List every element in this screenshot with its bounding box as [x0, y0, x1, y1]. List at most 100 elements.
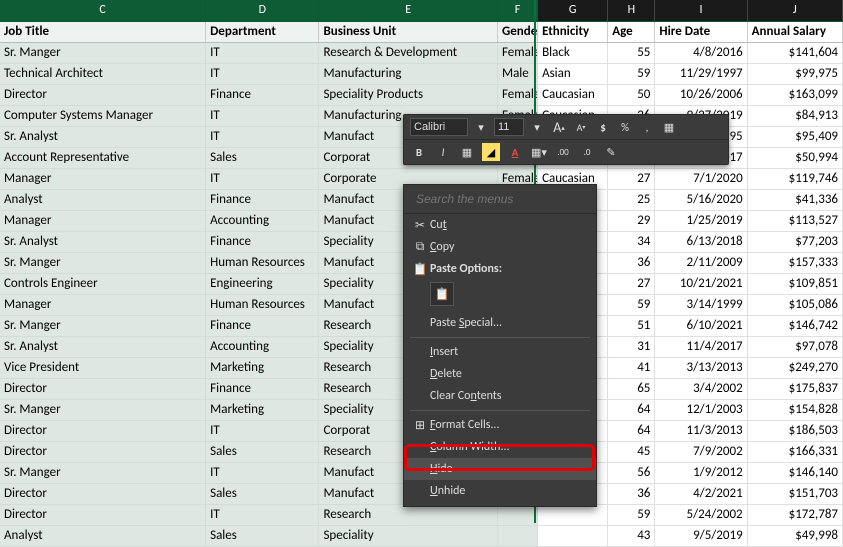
table-row[interactable]: DirectorFinanceSpeciality ProductsFemale…: [0, 84, 843, 105]
cell-annualSalary[interactable]: $113,527: [747, 210, 842, 231]
font-name-input[interactable]: [410, 118, 468, 136]
currency-format-icon[interactable]: $: [594, 118, 612, 136]
cell-hireDate[interactable]: 12/1/2003: [655, 399, 747, 420]
menu-unhide[interactable]: Unhide: [404, 480, 596, 502]
header-jobtitle[interactable]: Job Title: [0, 21, 206, 42]
cell-department[interactable]: Accounting: [206, 210, 319, 231]
cell-annualSalary[interactable]: $163,099: [747, 84, 842, 105]
table-format-icon[interactable]: ▦: [660, 118, 678, 136]
cell-department[interactable]: Marketing: [206, 357, 319, 378]
cell-department[interactable]: Sales: [206, 147, 319, 168]
cell-age[interactable]: 65: [608, 378, 655, 399]
col-header-F[interactable]: F: [497, 0, 537, 21]
cell-jobTitle[interactable]: Controls Engineer: [0, 273, 206, 294]
cell-ethnicity[interactable]: [538, 525, 608, 546]
cell-age[interactable]: 64: [608, 399, 655, 420]
cell-hireDate[interactable]: 4/2/2021: [655, 483, 747, 504]
cell-age[interactable]: 36: [608, 483, 655, 504]
cell-hireDate[interactable]: 1/25/2019: [655, 210, 747, 231]
cell-jobTitle[interactable]: Director: [0, 483, 206, 504]
cell-jobTitle[interactable]: Sr. Manger: [0, 252, 206, 273]
cell-age[interactable]: 50: [608, 84, 655, 105]
menu-clear-contents[interactable]: Clear Contents: [404, 385, 596, 407]
col-header-E[interactable]: E: [319, 0, 498, 21]
italic-icon[interactable]: I: [434, 143, 452, 161]
cell-jobTitle[interactable]: Manager: [0, 168, 206, 189]
cell-hireDate[interactable]: 1/9/2012: [655, 462, 747, 483]
col-header-H[interactable]: H: [608, 0, 655, 21]
cell-gender[interactable]: [497, 525, 537, 546]
cell-jobTitle[interactable]: Account Representative: [0, 147, 206, 168]
cell-hireDate[interactable]: 7/1/2020: [655, 168, 747, 189]
cell-jobTitle[interactable]: Manager: [0, 294, 206, 315]
cell-hireDate[interactable]: 3/4/2002: [655, 378, 747, 399]
table-row[interactable]: DirectorITResearch595/24/2002$172,787: [0, 504, 843, 525]
cell-age[interactable]: 36: [608, 252, 655, 273]
cell-department[interactable]: Finance: [206, 231, 319, 252]
cell-department[interactable]: IT: [206, 126, 319, 147]
header-businessunit[interactable]: Business Unit: [319, 21, 498, 42]
cell-ethnicity[interactable]: Asian: [538, 63, 608, 84]
cell-department[interactable]: Finance: [206, 84, 319, 105]
cell-annualSalary[interactable]: $172,787: [747, 504, 842, 525]
cell-hireDate[interactable]: 7/9/2002: [655, 441, 747, 462]
size-dropdown-icon[interactable]: ▾: [528, 118, 546, 136]
cell-annualSalary[interactable]: $119,746: [747, 168, 842, 189]
cell-annualSalary[interactable]: $166,331: [747, 441, 842, 462]
cell-age[interactable]: 29: [608, 210, 655, 231]
menu-copy[interactable]: ⧉ Copy: [404, 236, 596, 258]
menu-insert[interactable]: Insert: [404, 341, 596, 363]
cell-jobTitle[interactable]: Vice President: [0, 357, 206, 378]
cell-annualSalary[interactable]: $105,086: [747, 294, 842, 315]
table-row[interactable]: AnalystSalesSpeciality439/5/2019$49,998: [0, 525, 843, 546]
cell-hireDate[interactable]: 6/13/2018: [655, 231, 747, 252]
cell-department[interactable]: Human Resources: [206, 294, 319, 315]
cell-jobTitle[interactable]: Director: [0, 84, 206, 105]
cell-department[interactable]: Marketing: [206, 399, 319, 420]
cell-annualSalary[interactable]: $175,837: [747, 378, 842, 399]
cell-annualSalary[interactable]: $249,270: [747, 357, 842, 378]
cell-jobTitle[interactable]: Director: [0, 441, 206, 462]
cell-jobTitle[interactable]: Analyst: [0, 525, 206, 546]
increase-decimal-icon[interactable]: .00: [554, 143, 572, 161]
fill-color-icon[interactable]: ◢: [482, 143, 500, 161]
cell-hireDate[interactable]: 3/14/1999: [655, 294, 747, 315]
cell-jobTitle[interactable]: Director: [0, 420, 206, 441]
cell-hireDate[interactable]: 11/4/2017: [655, 336, 747, 357]
comma-format-icon[interactable]: ,: [638, 118, 656, 136]
paste-option-default[interactable]: 📋: [430, 282, 454, 306]
cell-hireDate[interactable]: 4/8/2016: [655, 42, 747, 63]
cell-department[interactable]: Finance: [206, 378, 319, 399]
cell-jobTitle[interactable]: Technical Architect: [0, 63, 206, 84]
cell-annualSalary[interactable]: $154,828: [747, 399, 842, 420]
cell-age[interactable]: 45: [608, 441, 655, 462]
col-header-C[interactable]: C: [0, 0, 206, 21]
cell-age[interactable]: 31: [608, 336, 655, 357]
menu-search-input[interactable]: [414, 191, 586, 207]
cell-jobTitle[interactable]: Sr. Manger: [0, 42, 206, 63]
cell-annualSalary[interactable]: $84,913: [747, 105, 842, 126]
table-row[interactable]: Technical ArchitectITManufacturingMaleAs…: [0, 63, 843, 84]
cell-department[interactable]: IT: [206, 462, 319, 483]
cell-businessUnit[interactable]: Research: [319, 504, 498, 525]
cell-gender[interactable]: Female: [497, 42, 537, 63]
cell-annualSalary[interactable]: $50,994: [747, 147, 842, 168]
cell-department[interactable]: IT: [206, 105, 319, 126]
cell-hireDate[interactable]: 9/5/2019: [655, 525, 747, 546]
cell-annualSalary[interactable]: $157,333: [747, 252, 842, 273]
cell-department[interactable]: IT: [206, 42, 319, 63]
cell-hireDate[interactable]: 5/16/2020: [655, 189, 747, 210]
cell-age[interactable]: 41: [608, 357, 655, 378]
borders-icon[interactable]: ▦: [458, 143, 476, 161]
cell-age[interactable]: 64: [608, 420, 655, 441]
increase-font-icon[interactable]: A▴: [550, 118, 568, 136]
cell-department[interactable]: IT: [206, 420, 319, 441]
decrease-font-icon[interactable]: A▾: [572, 118, 590, 136]
cell-department[interactable]: IT: [206, 63, 319, 84]
cell-annualSalary[interactable]: $146,742: [747, 315, 842, 336]
cell-hireDate[interactable]: 10/26/2006: [655, 84, 747, 105]
menu-delete[interactable]: Delete: [404, 363, 596, 385]
bold-icon[interactable]: B: [410, 143, 428, 161]
cell-age[interactable]: 25: [608, 189, 655, 210]
cell-hireDate[interactable]: 5/24/2002: [655, 504, 747, 525]
